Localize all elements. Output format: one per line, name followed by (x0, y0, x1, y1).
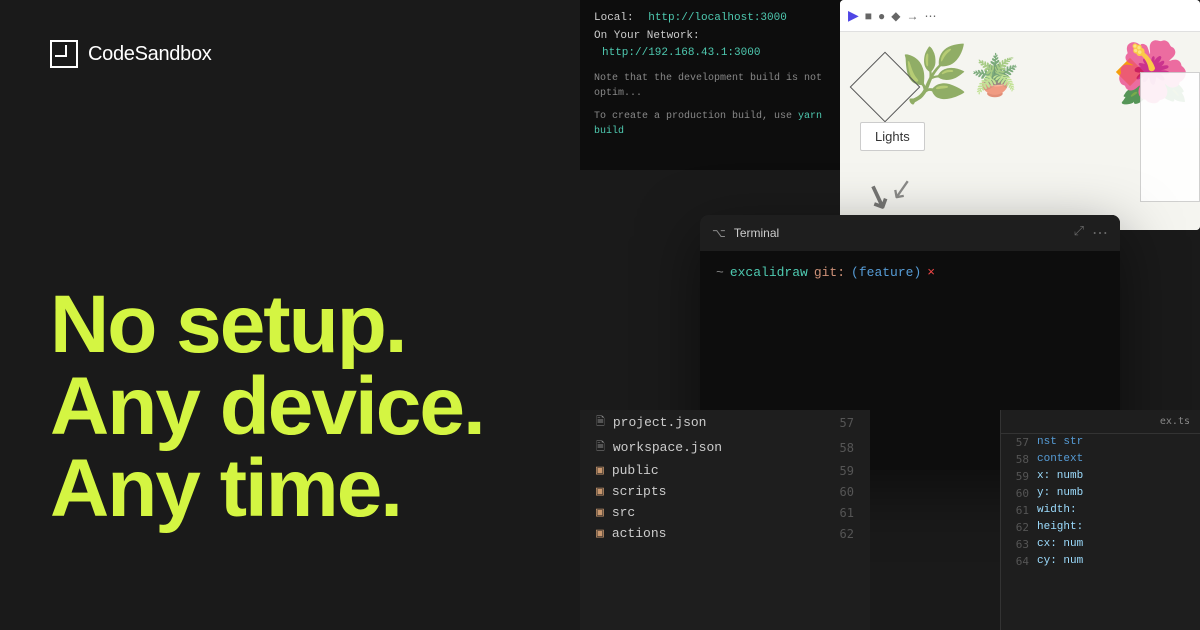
file-icon: 🗎 (596, 438, 605, 457)
folder-icon: ▣ (596, 526, 604, 541)
item-name: src (612, 505, 635, 520)
line-number: 61 (840, 506, 854, 520)
code-line: 58context (1001, 451, 1200, 468)
code-panel: ex.ts 57nst str58context59x: numb60y: nu… (1000, 410, 1200, 630)
right-panel: Local: http://localhost:3000 On Your Net… (580, 0, 1200, 630)
explorer-panel: 🗎 project.json 57 🗎 workspace.json 58 ▣ public 5… (580, 410, 870, 630)
design-panel: ▶ ■ ● ◆ → ⋯ 🌿 🌺 🪴 Lights ↘ ↙ (840, 0, 1200, 230)
devserver-note2: To create a production build, use yarn b… (594, 109, 846, 139)
terminal-title: Terminal (734, 226, 1066, 240)
logo-text: CodeSandbox (88, 43, 211, 66)
devserver-local: Local: http://localhost:3000 (594, 10, 846, 28)
explorer-items: 🗎 project.json 57 🗎 workspace.json 58 ▣ public 5… (580, 410, 870, 544)
folder-icon: ▣ (596, 463, 604, 478)
logo-container: CodeSandbox (50, 40, 530, 68)
terminal-body: ~ excalidraw git:(feature) × (700, 251, 1120, 294)
card-overlay (1140, 72, 1200, 202)
toolbar-more-icon[interactable]: ⋯ (925, 9, 937, 23)
item-name: scripts (612, 484, 667, 499)
plant1: 🌿 (900, 42, 968, 107)
left-panel: CodeSandbox No setup. Any device. Any ti… (0, 0, 580, 630)
tagline-line2: Any device. (50, 366, 530, 448)
explorer-item[interactable]: ▣ public 59 (580, 460, 870, 481)
line-number: 60 (840, 485, 854, 499)
toolbar-play-icon[interactable]: ▶ (848, 7, 859, 24)
code-lines: 57nst str58context59x: numb60y: numb61wi… (1001, 434, 1200, 570)
code-line: 60y: numb (1001, 485, 1200, 502)
devserver-panel: Local: http://localhost:3000 On Your Net… (580, 0, 860, 170)
tagline-line3: Any time. (50, 448, 530, 530)
code-line: 57nst str (1001, 434, 1200, 451)
code-line: 63cx: num (1001, 536, 1200, 553)
file-icon: 🗎 (596, 413, 605, 432)
explorer-item[interactable]: ▣ src 61 (580, 502, 870, 523)
item-name: actions (612, 526, 667, 541)
tagline: No setup. Any device. Any time. (50, 284, 530, 590)
line-number: 57 (840, 416, 854, 430)
item-name: project.json (613, 415, 707, 430)
code-line: 64cy: num (1001, 553, 1200, 570)
explorer-item[interactable]: ▣ actions 62 (580, 523, 870, 544)
line-number: 59 (840, 464, 854, 478)
arrow-deco2: ↙ (887, 170, 916, 207)
terminal-expand-icon[interactable]: ⤢ (1074, 223, 1084, 243)
devserver-body: Local: http://localhost:3000 On Your Net… (580, 0, 860, 149)
terminal-prompt-icon: ⌥ (712, 226, 726, 240)
design-canvas: 🌿 🌺 🪴 Lights ↘ ↙ (840, 32, 1200, 230)
line-number: 62 (840, 527, 854, 541)
code-filename: ex.ts (1001, 410, 1200, 434)
explorer-item[interactable]: ▣ scripts 60 (580, 481, 870, 502)
folder-icon: ▣ (596, 484, 604, 499)
terminal-prompt-line: ~ excalidraw git:(feature) × (716, 265, 1104, 280)
tagline-line1: No setup. (50, 284, 530, 366)
line-number: 58 (840, 441, 854, 455)
toolbar-circle-icon[interactable]: ● (878, 9, 885, 23)
logo-icon (50, 40, 78, 68)
design-toolbar: ▶ ■ ● ◆ → ⋯ (840, 0, 1200, 32)
toolbar-diamond-icon[interactable]: ◆ (891, 9, 900, 23)
code-line: 62height: (1001, 519, 1200, 536)
explorer-item[interactable]: 🗎 project.json 57 (580, 410, 870, 435)
terminal-menu-icon[interactable]: ⋯ (1092, 223, 1108, 243)
folder-icon: ▣ (596, 505, 604, 520)
devserver-note1: Note that the development build is not o… (594, 71, 846, 101)
toolbar-rect-icon[interactable]: ■ (865, 9, 872, 23)
item-name: public (612, 463, 659, 478)
code-line: 61width: (1001, 502, 1200, 519)
code-line: 59x: numb (1001, 468, 1200, 485)
toolbar-arrow-icon[interactable]: → (907, 9, 919, 23)
plant3: 🪴 (970, 52, 1020, 99)
devserver-network: On Your Network: http://192.168.43.1:300… (594, 28, 846, 63)
item-name: workspace.json (613, 440, 722, 455)
explorer-item[interactable]: 🗎 workspace.json 58 (580, 435, 870, 460)
terminal-actions: ⤢ ⋯ (1074, 223, 1108, 243)
lights-button[interactable]: Lights (860, 122, 925, 151)
terminal-header: ⌥ Terminal ⤢ ⋯ (700, 215, 1120, 251)
